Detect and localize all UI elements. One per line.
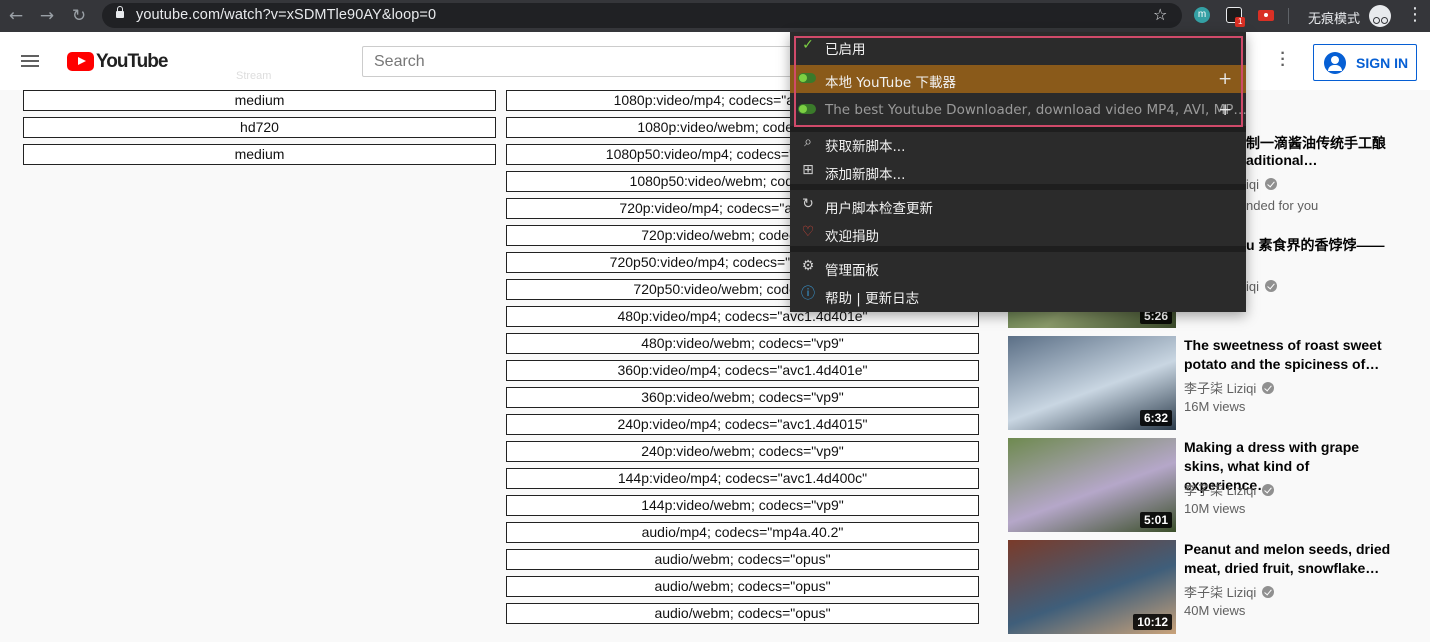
verified-icon [1262,382,1275,394]
extension-m-icon[interactable]: m [1194,7,1210,23]
dashboard-item[interactable]: ⚙ 管理面板 [790,253,1246,281]
verified-icon [1265,178,1278,190]
logo-text: YouTube [96,51,168,72]
video-duration: 6:32 [1139,410,1172,426]
popup-separator [790,246,1246,252]
related-title-partial-1b[interactable]: aditional… [1246,152,1318,168]
related-channel-partial-1: iqi [1246,177,1278,192]
view-count: 10M views [1184,501,1246,516]
lock-icon [116,6,124,18]
sign-in-label: SIGN IN [1356,55,1409,71]
video-thumbnail[interactable]: 10:12 [1008,540,1176,634]
bookmark-star-icon[interactable]: ☆ [1153,5,1167,24]
gear-icon: ⚙ [801,258,815,274]
info-icon: ⓘ [801,286,815,302]
heart-icon: ♡ [801,224,815,240]
related-thumbnail-partial[interactable]: 5:26 [1008,312,1176,328]
help-label: 帮助 | 更新日志 [825,291,920,307]
verified-icon [1262,484,1275,496]
reload-icon[interactable]: ↻ [69,6,89,26]
channel-name[interactable]: 李子柒 Liziqi [1184,480,1275,499]
search-input[interactable] [363,47,801,76]
format-button[interactable]: 360p:video/webm; codecs="vp9" [506,387,979,408]
format-button[interactable]: audio/webm; codecs="opus" [506,603,979,624]
back-icon[interactable]: ← [6,6,26,26]
extension-badge: 1 [1235,17,1246,27]
check-updates-item[interactable]: ↻ 用户脚本检查更新 [790,191,1246,219]
browser-menu-icon[interactable]: ⋮ [1406,5,1424,25]
format-button[interactable]: 240p:video/mp4; codecs="avc1.4d4015" [506,414,979,435]
video-thumbnail[interactable]: 6:32 [1008,336,1176,430]
video-duration: 5:26 [1139,312,1172,324]
search-icon: ⌕ [804,134,812,150]
related-title-partial-2[interactable]: u 素食界的香饽饽—— [1246,235,1384,255]
verified-icon [1265,280,1278,292]
help-item[interactable]: ⓘ 帮助 | 更新日志 [790,281,1246,309]
view-count: 40M views [1184,603,1246,618]
account-icon [1324,52,1346,74]
quality-button[interactable]: medium [23,144,496,165]
browser-toolbar: ← → ↻ youtube.com/watch?v=xSDMTle90AY&lo… [0,0,1430,32]
get-new-scripts-label: 获取新脚本... [825,139,906,155]
get-new-scripts-item[interactable]: ⌕ 获取新脚本... [790,129,1246,157]
forward-icon[interactable]: → [37,6,57,26]
incognito-label[interactable]: 无痕模式 [1308,8,1360,27]
donate-item[interactable]: ♡ 欢迎捐助 [790,219,1246,247]
format-button[interactable]: 360p:video/mp4; codecs="avc1.4d401e" [506,360,979,381]
verified-icon [1262,586,1275,598]
related-channel-partial-2: iqi [1246,279,1278,294]
video-duration: 10:12 [1133,614,1172,630]
address-bar[interactable]: youtube.com/watch?v=xSDMTle90AY&loop=0 ☆ [102,3,1182,28]
video-duration: 5:01 [1139,512,1172,528]
highlight-annotation-box [794,36,1243,127]
toolbar-divider [1288,8,1289,24]
video-title[interactable]: The sweetness of roast sweet potato and … [1184,336,1394,374]
format-button[interactable]: 144p:video/webm; codecs="vp9" [506,495,979,516]
view-count: 16M views [1184,399,1246,414]
format-button[interactable]: 240p:video/webm; codecs="vp9" [506,441,979,462]
youtube-play-icon [67,52,94,71]
video-thumbnail[interactable]: 5:01 [1008,438,1176,532]
related-title-partial-1a[interactable]: 制一滴酱油传统手工酿 [1246,133,1386,153]
faint-stream-label: Stream [236,70,272,82]
menu-icon[interactable] [21,55,39,67]
add-new-script-item[interactable]: ⊞ 添加新脚本... [790,157,1246,185]
format-button[interactable]: audio/webm; codecs="opus" [506,576,979,597]
format-button[interactable]: 144p:video/mp4; codecs="avc1.4d400c" [506,468,979,489]
format-button[interactable]: audio/webm; codecs="opus" [506,549,979,570]
format-button[interactable]: 480p:video/webm; codecs="vp9" [506,333,979,354]
quality-button[interactable]: medium [23,90,496,111]
channel-name[interactable]: 李子柒 Liziqi [1184,378,1275,397]
add-new-script-label: 添加新脚本... [825,167,906,183]
youtube-extension-icon[interactable] [1258,10,1274,21]
sign-in-button[interactable]: SIGN IN [1313,44,1417,81]
related-views-partial-1: nded for you [1246,198,1319,213]
add-box-icon: ⊞ [802,162,814,178]
donate-label: 欢迎捐助 [825,229,879,245]
quality-button[interactable]: hd720 [23,117,496,138]
video-title[interactable]: Peanut and melon seeds, dried meat, drie… [1184,540,1394,578]
format-button[interactable]: audio/mp4; codecs="mp4a.40.2" [506,522,979,543]
popup-separator [790,184,1246,190]
channel-name[interactable]: 李子柒 Liziqi [1184,582,1275,601]
url-text[interactable]: youtube.com/watch?v=xSDMTle90AY&loop=0 [136,7,436,23]
settings-dots-icon[interactable]: · · · [1277,46,1289,74]
check-updates-label: 用户脚本检查更新 [825,201,933,217]
dashboard-label: 管理面板 [825,263,879,279]
incognito-icon[interactable] [1369,5,1391,27]
search-box[interactable] [362,46,802,77]
refresh-icon: ↻ [802,196,814,212]
